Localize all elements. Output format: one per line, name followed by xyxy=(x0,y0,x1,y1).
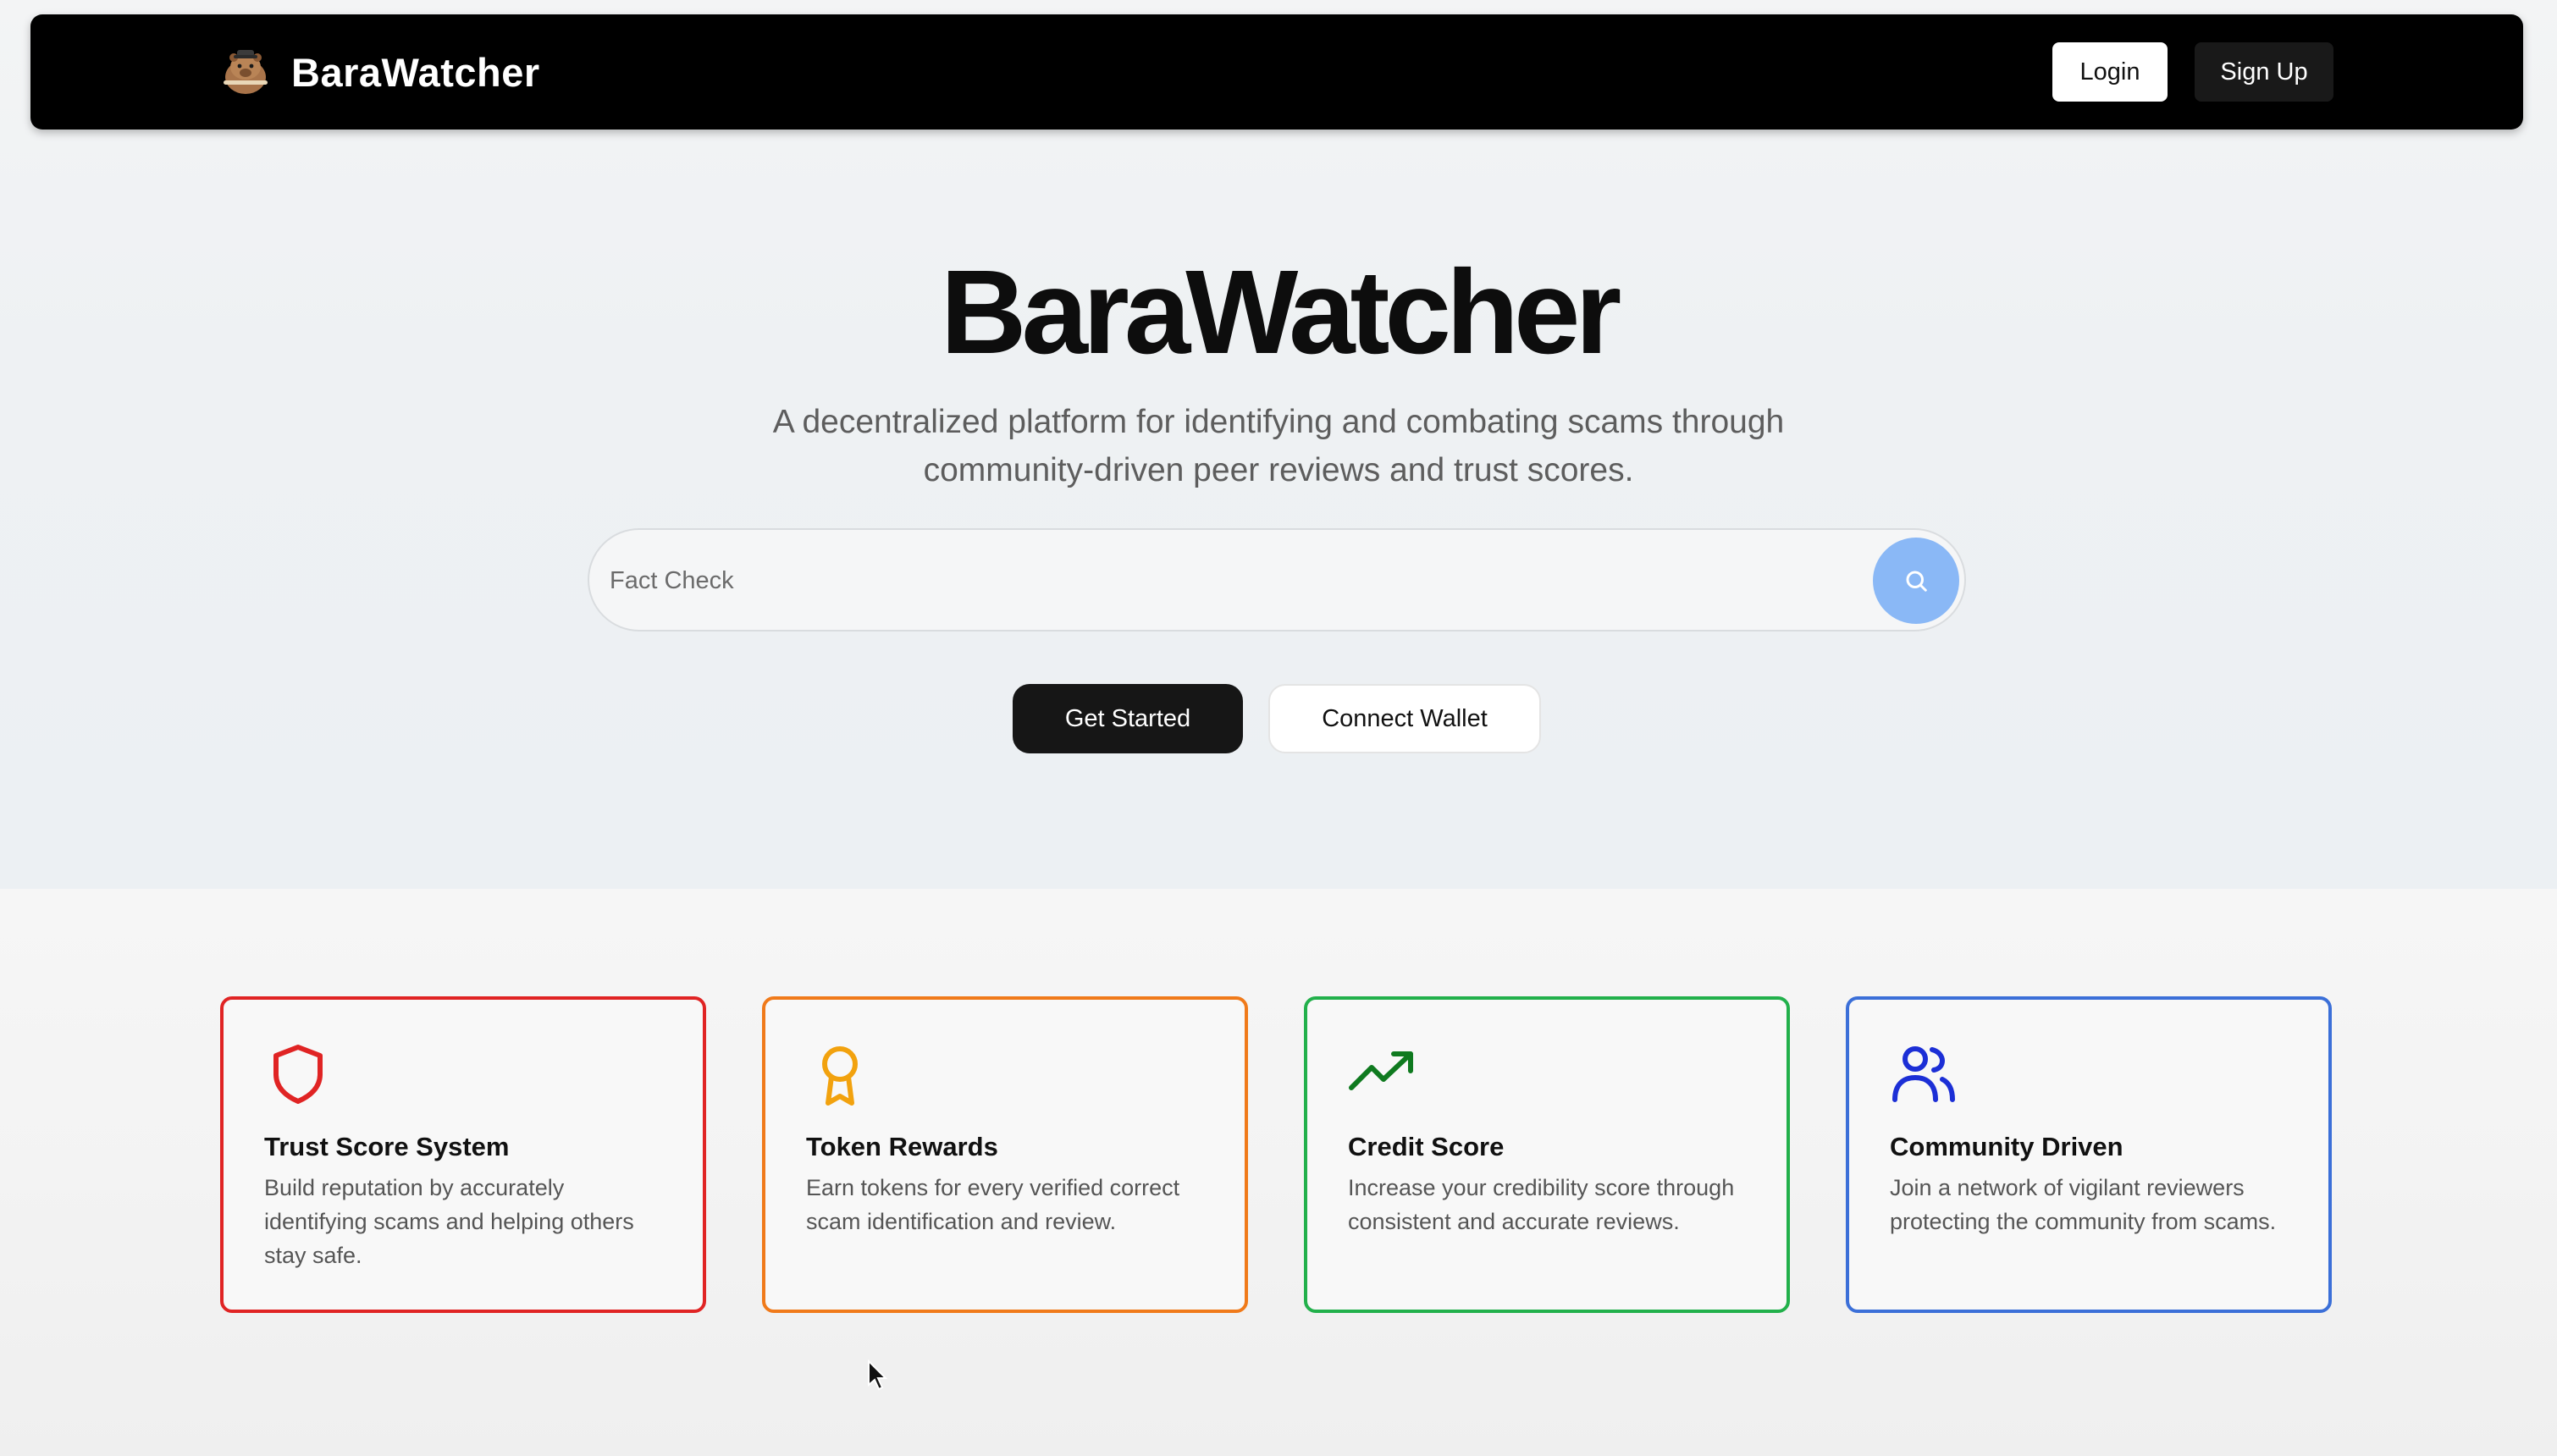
card-title: Community Driven xyxy=(1890,1132,2123,1161)
hero-title: BaraWatcher xyxy=(940,245,1622,378)
navbar: BaraWatcher Login Sign Up xyxy=(30,14,2523,130)
search-icon xyxy=(1906,571,1927,592)
search-bar xyxy=(588,528,1966,631)
brand-name: BaraWatcher xyxy=(291,49,540,95)
card-description: Join a network of vigilant reviewers pro… xyxy=(1890,1175,2277,1234)
feature-card-community: Community Driven Join a network of vigil… xyxy=(1846,996,2332,1313)
search-button[interactable] xyxy=(1873,538,1959,624)
feature-card-trust-score: Trust Score System Build reputation by a… xyxy=(220,996,706,1313)
get-started-button[interactable]: Get Started xyxy=(1013,684,1243,753)
card-title: Credit Score xyxy=(1348,1132,1505,1161)
page: BaraWatcher Login Sign Up BaraWatcher A … xyxy=(0,0,2557,1456)
feature-card-credit-score: Credit Score Increase your credibility s… xyxy=(1304,996,1790,1313)
card-description: Earn tokens for every verified correct s… xyxy=(806,1175,1180,1234)
mouse-cursor-icon xyxy=(868,1359,887,1391)
brand-link[interactable]: BaraWatcher xyxy=(218,45,540,99)
login-button[interactable]: Login xyxy=(2052,42,2168,102)
card-description: Build reputation by accurately identifyi… xyxy=(264,1175,634,1268)
signup-button[interactable]: Sign Up xyxy=(2195,42,2333,102)
fact-check-input[interactable] xyxy=(610,547,1829,615)
trending-up-icon xyxy=(1349,1051,1413,1090)
capybara-logo-icon xyxy=(224,50,268,94)
award-icon xyxy=(822,1046,858,1106)
card-title: Trust Score System xyxy=(264,1132,510,1161)
card-description: Increase your credibility score through … xyxy=(1348,1175,1735,1234)
connect-wallet-button[interactable]: Connect Wallet xyxy=(1268,684,1541,753)
shield-icon xyxy=(273,1045,323,1104)
feature-card-token-rewards: Token Rewards Earn tokens for every veri… xyxy=(762,996,1248,1313)
card-title: Token Rewards xyxy=(806,1132,998,1161)
hero-subtitle: A decentralized platform for identifying… xyxy=(772,404,1785,488)
users-icon xyxy=(1892,1046,1955,1102)
